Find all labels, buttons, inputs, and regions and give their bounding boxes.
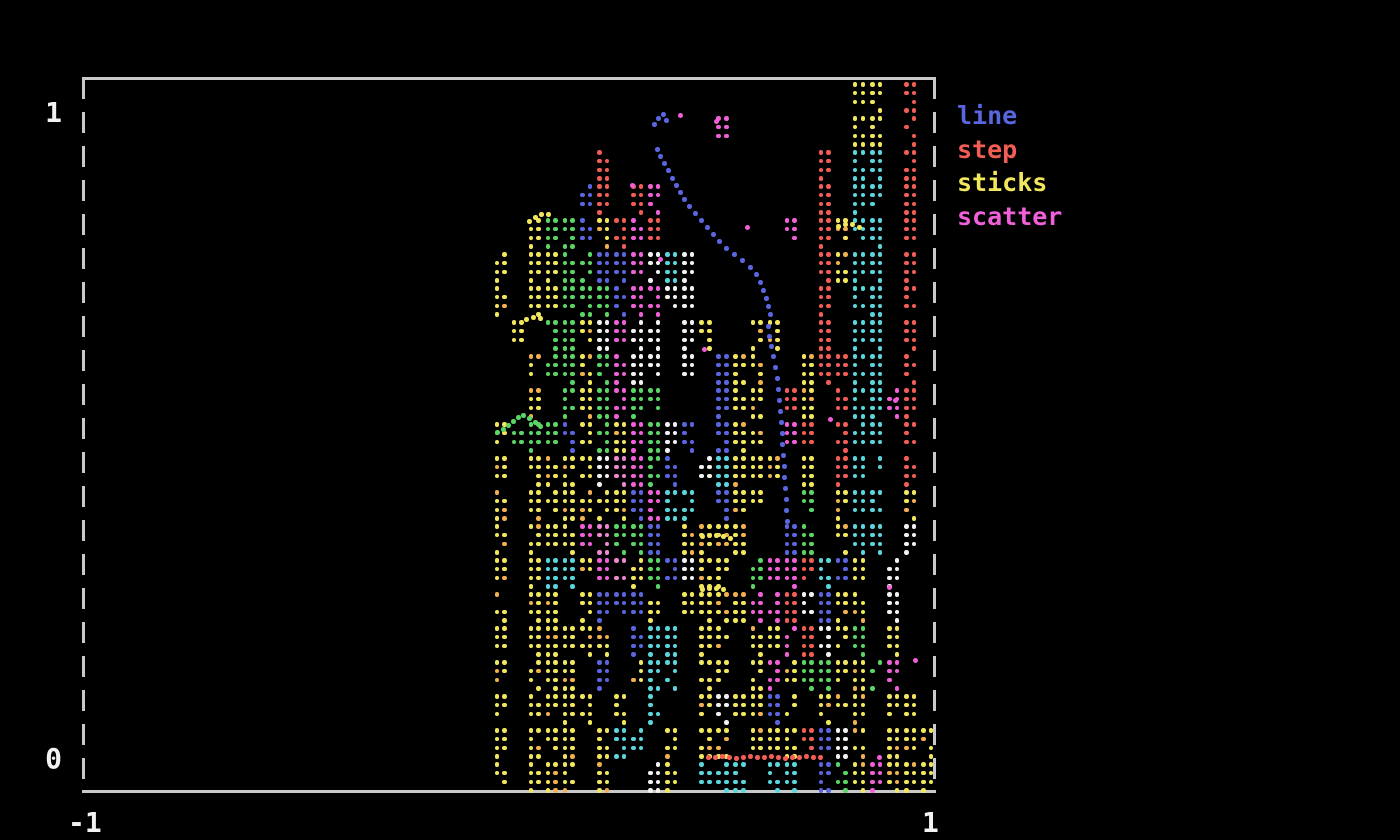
terminal-plot-screen: 1 0 -1 1 line step sticks scatter	[0, 0, 1400, 840]
plot-dot-layer	[0, 0, 1400, 840]
